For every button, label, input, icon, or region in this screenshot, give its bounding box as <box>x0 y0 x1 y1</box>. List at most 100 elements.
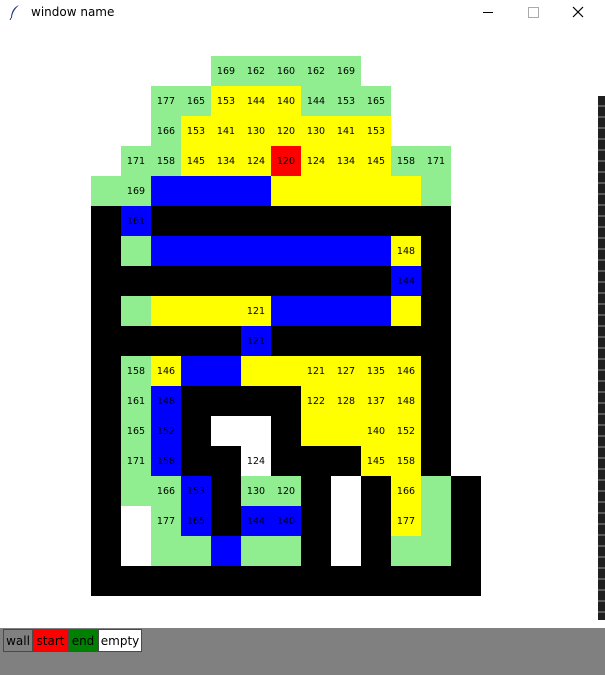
path-cell[interactable]: 146 <box>151 356 181 386</box>
explored-cell[interactable]: 158 <box>121 356 151 386</box>
explored-cell[interactable]: 166 <box>151 476 181 506</box>
path-cell[interactable]: 130 <box>301 116 331 146</box>
explored-cell[interactable]: 162 <box>301 56 331 86</box>
end-button[interactable]: end <box>68 629 98 652</box>
wall-cell[interactable]: 120 <box>271 446 301 476</box>
wall-cell[interactable] <box>391 566 421 596</box>
wall-cell[interactable] <box>181 386 211 416</box>
frontier-cell[interactable] <box>301 296 331 326</box>
path-cell[interactable]: 128 <box>331 386 361 416</box>
explored-cell[interactable] <box>241 536 271 566</box>
path-cell[interactable]: 141 <box>211 116 241 146</box>
path-cell[interactable]: 145 <box>181 146 211 176</box>
wall-cell[interactable] <box>91 326 121 356</box>
explored-cell[interactable]: 158 <box>151 146 181 176</box>
frontier-cell[interactable] <box>181 356 211 386</box>
wall-cell[interactable]: 134 <box>181 326 211 356</box>
path-cell[interactable]: 166 <box>391 476 421 506</box>
wall-cell[interactable] <box>91 386 121 416</box>
wall-cell[interactable] <box>91 536 121 566</box>
empty-cell[interactable] <box>121 506 151 536</box>
frontier-cell[interactable] <box>211 176 241 206</box>
wall-cell[interactable]: 126 <box>331 326 361 356</box>
path-cell[interactable] <box>211 296 241 326</box>
explored-cell[interactable]: 169 <box>121 176 151 206</box>
frontier-cell[interactable]: 158 <box>151 446 181 476</box>
frontier-cell[interactable]: 148 <box>151 386 181 416</box>
wall-cell[interactable]: 128 <box>211 206 241 236</box>
path-cell[interactable]: 122 <box>301 386 331 416</box>
explored-cell[interactable]: 144 <box>301 86 331 116</box>
wall-cell[interactable] <box>91 506 121 536</box>
explored-cell[interactable]: 165 <box>121 416 151 446</box>
wall-cell[interactable] <box>211 476 241 506</box>
wall-cell[interactable] <box>421 566 451 596</box>
frontier-cell[interactable] <box>241 176 271 206</box>
path-cell[interactable] <box>361 176 391 206</box>
wall-cell[interactable] <box>451 476 481 506</box>
path-cell[interactable] <box>271 356 301 386</box>
wall-cell[interactable]: 122 <box>301 206 331 236</box>
explored-cell[interactable]: 171 <box>121 146 151 176</box>
explored-cell[interactable]: 153 <box>331 86 361 116</box>
explored-cell[interactable]: 161 <box>121 386 151 416</box>
frontier-cell[interactable]: 161 <box>121 206 151 236</box>
wall-cell[interactable] <box>181 566 211 596</box>
path-cell[interactable]: 140 <box>361 416 391 446</box>
wall-cell[interactable]: 121 <box>301 326 331 356</box>
wall-cell[interactable] <box>121 566 151 596</box>
wall-cell[interactable] <box>241 566 271 596</box>
path-cell[interactable] <box>271 176 301 206</box>
start-button[interactable]: start <box>33 629 68 652</box>
explored-cell[interactable] <box>271 536 301 566</box>
frontier-cell[interactable] <box>211 356 241 386</box>
frontier-cell[interactable] <box>271 236 301 266</box>
wall-cell[interactable] <box>91 476 121 506</box>
path-cell[interactable]: 137 <box>361 386 391 416</box>
wall-cell[interactable] <box>211 386 241 416</box>
wall-cell[interactable] <box>91 296 121 326</box>
wall-cell[interactable]: 144 <box>151 326 181 356</box>
path-cell[interactable]: 153 <box>361 116 391 146</box>
frontier-cell[interactable]: 121 <box>241 326 271 356</box>
empty-cell[interactable] <box>241 416 271 446</box>
path-cell[interactable]: 153 <box>181 116 211 146</box>
frontier-cell[interactable] <box>181 236 211 266</box>
explored-cell[interactable] <box>421 476 451 506</box>
wall-cell[interactable]: 120 <box>271 206 301 236</box>
explored-cell[interactable]: 177 <box>151 506 181 536</box>
frontier-cell[interactable] <box>241 236 271 266</box>
wall-cell[interactable]: 128 <box>331 206 361 236</box>
frontier-cell[interactable]: 144 <box>241 506 271 536</box>
frontier-cell[interactable]: 140 <box>271 506 301 536</box>
frontier-cell[interactable] <box>301 236 331 266</box>
wall-cell[interactable] <box>211 566 241 596</box>
frontier-cell[interactable] <box>151 176 181 206</box>
frontier-cell[interactable]: 152 <box>151 416 181 446</box>
wall-cell[interactable]: 121 <box>241 266 271 296</box>
explored-cell[interactable]: 160 <box>271 56 301 86</box>
empty-cell[interactable] <box>331 506 361 536</box>
wall-cell[interactable]: 134 <box>181 266 211 296</box>
path-cell[interactable]: 153 <box>211 86 241 116</box>
wall-cell[interactable] <box>91 356 121 386</box>
empty-cell[interactable] <box>331 476 361 506</box>
explored-cell[interactable] <box>91 176 121 206</box>
wall-cell[interactable]: 165 <box>361 506 391 536</box>
path-cell[interactable] <box>301 416 331 446</box>
frontier-cell[interactable] <box>151 236 181 266</box>
wall-cell[interactable] <box>421 356 451 386</box>
frontier-cell[interactable] <box>361 236 391 266</box>
explored-cell[interactable]: 120 <box>271 476 301 506</box>
path-cell[interactable] <box>331 176 361 206</box>
wall-cell[interactable]: 134 <box>361 266 391 296</box>
path-cell[interactable]: 130 <box>241 116 271 146</box>
explored-cell[interactable] <box>121 236 151 266</box>
path-cell[interactable] <box>391 296 421 326</box>
path-cell[interactable]: 135 <box>361 356 391 386</box>
wall-cell[interactable]: 148 <box>151 206 181 236</box>
wall-cell[interactable] <box>421 296 451 326</box>
wall-cell[interactable] <box>301 506 331 536</box>
wall-cell[interactable] <box>301 566 331 596</box>
wall-cell[interactable]: 126 <box>211 326 241 356</box>
